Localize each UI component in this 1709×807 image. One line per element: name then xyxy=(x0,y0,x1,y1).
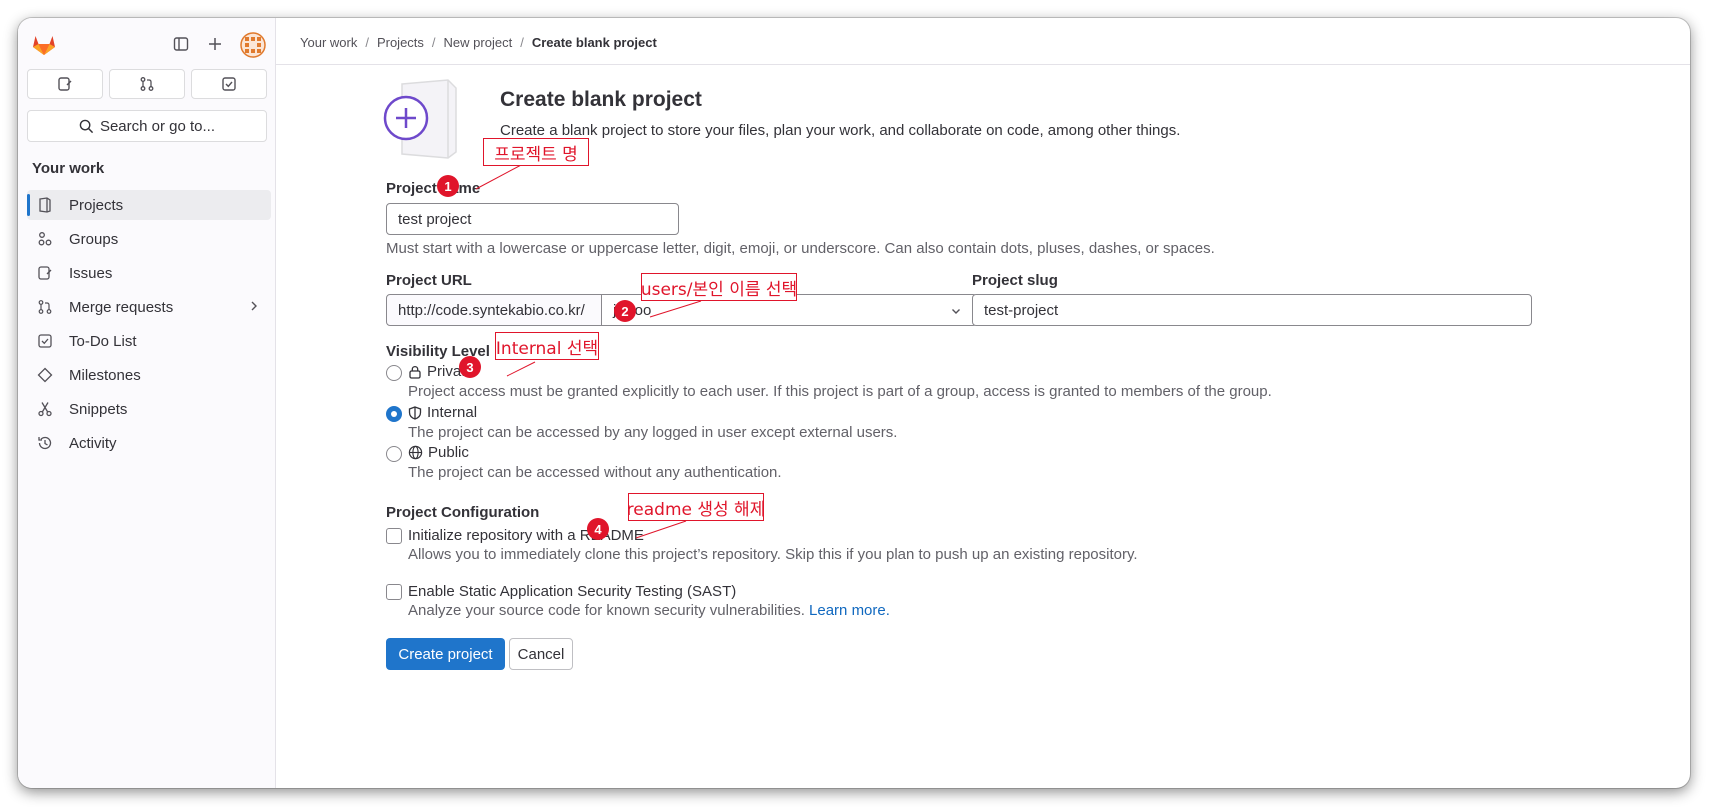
lock-icon xyxy=(409,365,421,379)
visibility-internal-radio[interactable] xyxy=(386,406,402,422)
sidebar: Search or go to... Your work Projects Gr… xyxy=(18,18,276,788)
issues-icon[interactable] xyxy=(27,69,103,99)
sast-help-text: Analyze your source code for known secur… xyxy=(408,602,805,619)
visibility-private-help: Project access must be granted explicitl… xyxy=(408,383,1272,400)
issues-icon xyxy=(37,265,53,281)
earth-icon xyxy=(408,445,423,460)
search-label: Search or go to... xyxy=(99,117,216,135)
merge-request-icon[interactable] xyxy=(109,69,185,99)
project-slug-input[interactable]: test-project xyxy=(972,294,1532,326)
sidebar-item-label: Activity xyxy=(69,434,117,452)
annotation-2-badge: 2 xyxy=(614,300,636,322)
search-icon xyxy=(79,119,94,133)
project-name-label: Project name xyxy=(386,180,481,197)
search-button[interactable]: Search or go to... xyxy=(27,110,267,142)
sidebar-item-snippets[interactable]: Snippets xyxy=(27,394,271,424)
main-content: Your work / Projects / New project / Cre… xyxy=(276,18,1690,788)
quick-actions xyxy=(27,69,267,99)
annotation-1-badge: 1 xyxy=(437,175,459,197)
create-project-button[interactable]: Create project xyxy=(386,638,505,670)
page-subtitle: Create a blank project to store your fil… xyxy=(500,122,1181,139)
visibility-label: Visibility Level xyxy=(386,343,511,360)
merge-request-icon xyxy=(37,299,53,315)
visibility-public-help: The project can be accessed without any … xyxy=(408,464,782,481)
annotation-1-label: 프로젝트 명 xyxy=(483,138,589,166)
sidebar-item-projects[interactable]: Projects xyxy=(27,190,271,220)
browser-window: Search or go to... Your work Projects Gr… xyxy=(18,18,1690,788)
sidebar-item-label: Milestones xyxy=(69,366,141,384)
cancel-button[interactable]: Cancel xyxy=(509,638,573,670)
sidebar-item-label: Groups xyxy=(69,230,119,248)
shield-icon xyxy=(408,405,422,420)
todo-icon xyxy=(37,333,53,349)
sidebar-item-label: To-Do List xyxy=(69,332,137,350)
todo-icon[interactable] xyxy=(191,69,267,99)
sidebar-item-label: Merge requests xyxy=(69,298,174,316)
sidebar-item-label: Projects xyxy=(69,196,124,214)
visibility-internal-help: The project can be accessed by any logge… xyxy=(408,424,898,441)
sidebar-item-milestones[interactable]: Milestones xyxy=(27,360,271,390)
sidebar-nav: Projects Groups Issues Merge requests To… xyxy=(27,190,271,462)
project-url-prefix: http://code.syntekabio.co.kr/ xyxy=(386,294,602,326)
chevron-right-icon xyxy=(251,301,257,311)
sast-help: Analyze your source code for known secur… xyxy=(408,602,890,619)
project-name-input[interactable]: test project xyxy=(386,203,679,235)
project-config-label: Project Configuration xyxy=(386,504,540,521)
history-icon xyxy=(37,435,53,451)
visibility-internal-text: Internal xyxy=(427,404,478,421)
form-area: Create blank project Create a blank proj… xyxy=(276,18,1690,788)
page-title: Create blank project xyxy=(500,88,702,111)
sidebar-header xyxy=(18,18,276,72)
annotation-4-label: readme 생성 해제 xyxy=(627,493,765,521)
sidebar-item-activity[interactable]: Activity xyxy=(27,428,271,458)
project-name-help: Must start with a lowercase or uppercase… xyxy=(386,240,1215,257)
visibility-private-radio[interactable] xyxy=(386,365,402,381)
sast-checkbox[interactable] xyxy=(386,584,402,600)
annotation-2-label: users/본인 이름 선택 xyxy=(641,273,797,301)
sidebar-item-label: Issues xyxy=(69,264,113,282)
visibility-public-text: Public xyxy=(428,444,469,461)
annotation-3-badge: 3 xyxy=(459,356,481,378)
sast-label[interactable]: Enable Static Application Security Testi… xyxy=(408,583,736,600)
sidebar-item-merge-requests[interactable]: Merge requests xyxy=(27,292,271,322)
project-url-label: Project URL xyxy=(386,272,472,289)
sidebar-item-label: Snippets xyxy=(69,400,128,418)
gitlab-logo-icon[interactable] xyxy=(30,30,58,58)
sidebar-section-title: Your work xyxy=(32,160,105,177)
project-slug-label: Project slug xyxy=(972,272,1058,289)
snippet-icon xyxy=(37,401,53,417)
visibility-public-radio[interactable] xyxy=(386,446,402,462)
blank-project-illustration-icon xyxy=(383,79,457,159)
visibility-public-label[interactable]: Public xyxy=(408,444,469,461)
learn-more-link[interactable]: Learn more. xyxy=(809,602,890,619)
plus-icon[interactable] xyxy=(203,32,227,56)
milestone-icon xyxy=(37,367,53,383)
project-icon xyxy=(37,197,53,213)
group-icon xyxy=(37,231,53,247)
annotation-3-label: Internal 선택 xyxy=(495,332,599,360)
chevron-down-icon xyxy=(952,309,960,314)
readme-help: Allows you to immediately clone this pro… xyxy=(408,546,1138,563)
avatar[interactable] xyxy=(240,32,266,58)
readme-checkbox[interactable] xyxy=(386,528,402,544)
sidebar-item-todo[interactable]: To-Do List xyxy=(27,326,271,356)
collapse-sidebar-icon[interactable] xyxy=(169,32,193,56)
sidebar-item-issues[interactable]: Issues xyxy=(27,258,271,288)
visibility-internal-label[interactable]: Internal xyxy=(408,404,477,421)
sidebar-item-groups[interactable]: Groups xyxy=(27,224,271,254)
annotation-4-badge: 4 xyxy=(587,518,609,540)
